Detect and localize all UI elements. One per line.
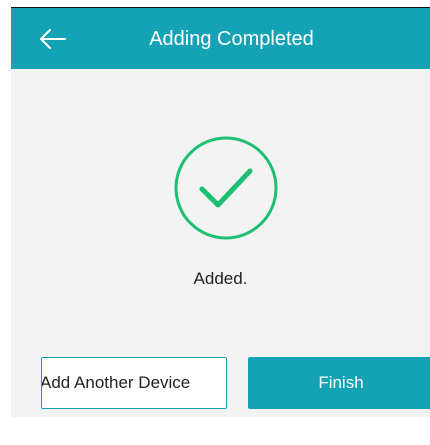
adding-completed-screen: Adding Completed Added. Add Another Devi… [11, 7, 430, 417]
add-another-device-label: Add Another Device [41, 373, 191, 392]
header-bar: Adding Completed [11, 7, 430, 69]
top-border [11, 7, 430, 8]
check-circle-icon [174, 136, 278, 240]
status-message: Added. [193, 269, 248, 288]
finish-button[interactable]: Finish [248, 357, 430, 409]
page-title: Adding Completed [149, 28, 314, 50]
app-frame: Adding Completed Added. Add Another Devi… [0, 0, 430, 445]
add-another-device-button[interactable]: Add Another Device [41, 357, 227, 409]
finish-label: Finish [318, 373, 364, 392]
